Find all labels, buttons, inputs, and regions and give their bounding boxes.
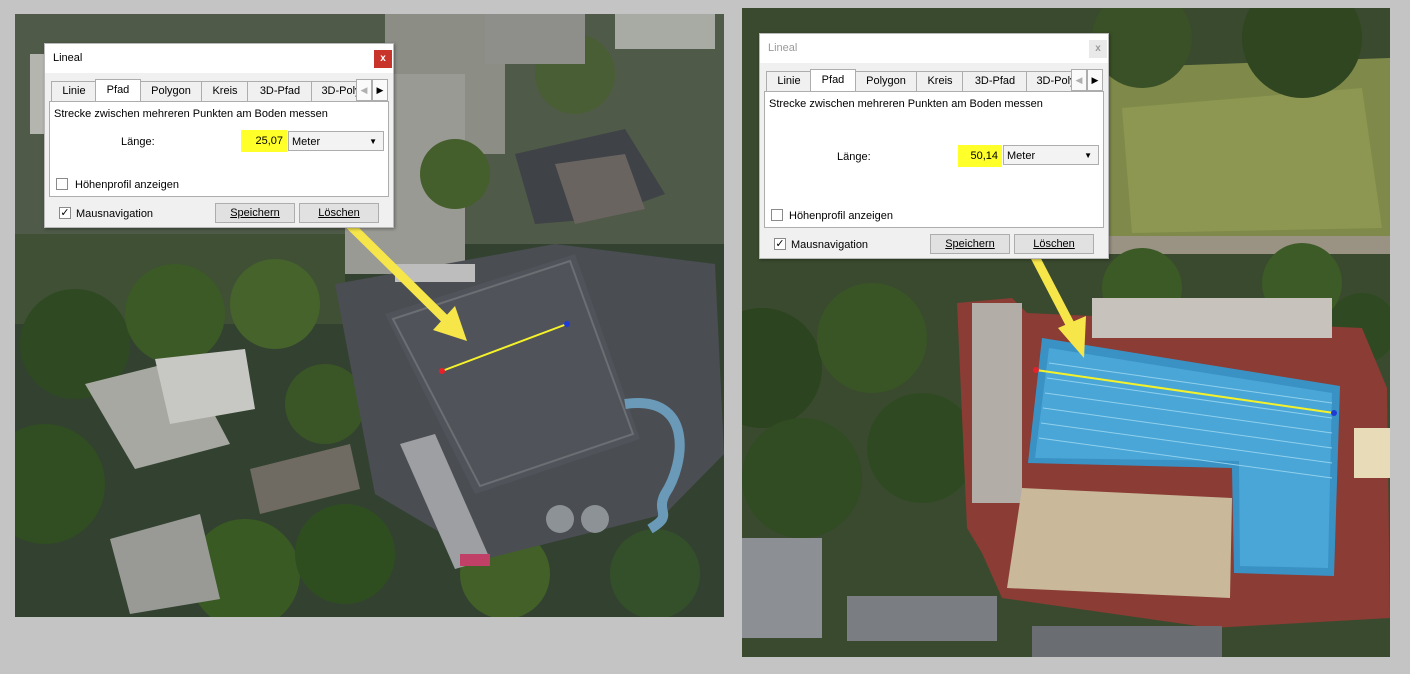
- tab-scroll-right-icon[interactable]: ▶: [1087, 69, 1103, 91]
- delete-button[interactable]: Löschen: [299, 203, 379, 223]
- tab-pfad[interactable]: Pfad: [810, 69, 856, 91]
- length-value: 50,14: [958, 145, 1002, 167]
- tab-linie[interactable]: Linie: [766, 71, 812, 91]
- mouse-navigation-checkbox[interactable]: ✓: [59, 207, 71, 219]
- tab-pane-pfad: Strecke zwischen mehreren Punkten am Bod…: [49, 101, 389, 197]
- tab-scroll-left-icon[interactable]: ◀: [356, 79, 372, 101]
- dialog-titlebar[interactable]: Lineal x: [760, 34, 1108, 63]
- tab-scroll-right-icon[interactable]: ▶: [372, 79, 388, 101]
- tab-kreis[interactable]: Kreis: [916, 71, 964, 91]
- delete-button[interactable]: Löschen: [1014, 234, 1094, 254]
- measure-end-point: [1331, 410, 1337, 416]
- ruler-dialog-right: Lineal x Linie Pfad Polygon Kreis 3D-Pfa…: [759, 33, 1109, 259]
- length-label: Länge:: [837, 151, 871, 163]
- measure-start-point: [439, 368, 445, 374]
- tab-pane-pfad: Strecke zwischen mehreren Punkten am Bod…: [764, 91, 1104, 228]
- unit-dropdown[interactable]: Meter ▼: [288, 131, 384, 151]
- close-button[interactable]: x: [1089, 40, 1107, 58]
- delete-button-label: Löschen: [1033, 238, 1075, 250]
- measure-description: Strecke zwischen mehreren Punkten am Bod…: [769, 98, 1043, 110]
- length-label: Länge:: [121, 136, 155, 148]
- tab-bar: Linie Pfad Polygon Kreis 3D-Pfad 3D-Poly: [766, 69, 1078, 91]
- tab-pfad[interactable]: Pfad: [95, 79, 141, 101]
- tab-linie[interactable]: Linie: [51, 81, 97, 101]
- save-button[interactable]: Speichern: [930, 234, 1010, 254]
- mouse-navigation-label: Mausnavigation: [76, 208, 154, 220]
- tab-bar: Linie Pfad Polygon Kreis 3D-Pfad 3D-Poly: [51, 79, 363, 101]
- close-button[interactable]: x: [374, 50, 392, 68]
- tab-polygon[interactable]: Polygon: [854, 71, 918, 91]
- mouse-navigation-label: Mausnavigation: [791, 239, 869, 251]
- delete-button-label: Löschen: [318, 207, 360, 219]
- unit-dropdown[interactable]: Meter ▼: [1003, 145, 1099, 165]
- dialog-titlebar[interactable]: Lineal x: [45, 44, 393, 73]
- tab-polygon[interactable]: Polygon: [139, 81, 203, 101]
- elevation-profile-checkbox[interactable]: [56, 178, 68, 190]
- tab-3d-pfad[interactable]: 3D-Pfad: [962, 71, 1028, 91]
- save-button-label: Speichern: [945, 238, 995, 250]
- unit-selected: Meter: [1007, 150, 1036, 162]
- dialog-title: Lineal: [768, 42, 798, 54]
- chevron-down-icon: ▼: [1084, 151, 1092, 160]
- unit-selected: Meter: [292, 136, 321, 148]
- length-value: 25,07: [241, 130, 287, 152]
- tab-kreis[interactable]: Kreis: [201, 81, 249, 101]
- tab-3d-pfad[interactable]: 3D-Pfad: [247, 81, 313, 101]
- measure-description: Strecke zwischen mehreren Punkten am Bod…: [54, 108, 328, 120]
- ruler-dialog-left: Lineal x Linie Pfad Polygon Kreis 3D-Pfa…: [44, 43, 394, 228]
- measure-end-point: [564, 321, 570, 327]
- mouse-navigation-checkbox[interactable]: ✓: [774, 238, 786, 250]
- chevron-down-icon: ▼: [369, 137, 377, 146]
- elevation-profile-label: Höhenprofil anzeigen: [75, 179, 179, 191]
- dialog-title: Lineal: [53, 52, 83, 64]
- measure-start-point: [1033, 367, 1039, 373]
- save-button[interactable]: Speichern: [215, 203, 295, 223]
- elevation-profile-label: Höhenprofil anzeigen: [789, 210, 893, 222]
- save-button-label: Speichern: [230, 207, 280, 219]
- elevation-profile-checkbox[interactable]: [771, 209, 783, 221]
- tab-scroll-left-icon[interactable]: ◀: [1071, 69, 1087, 91]
